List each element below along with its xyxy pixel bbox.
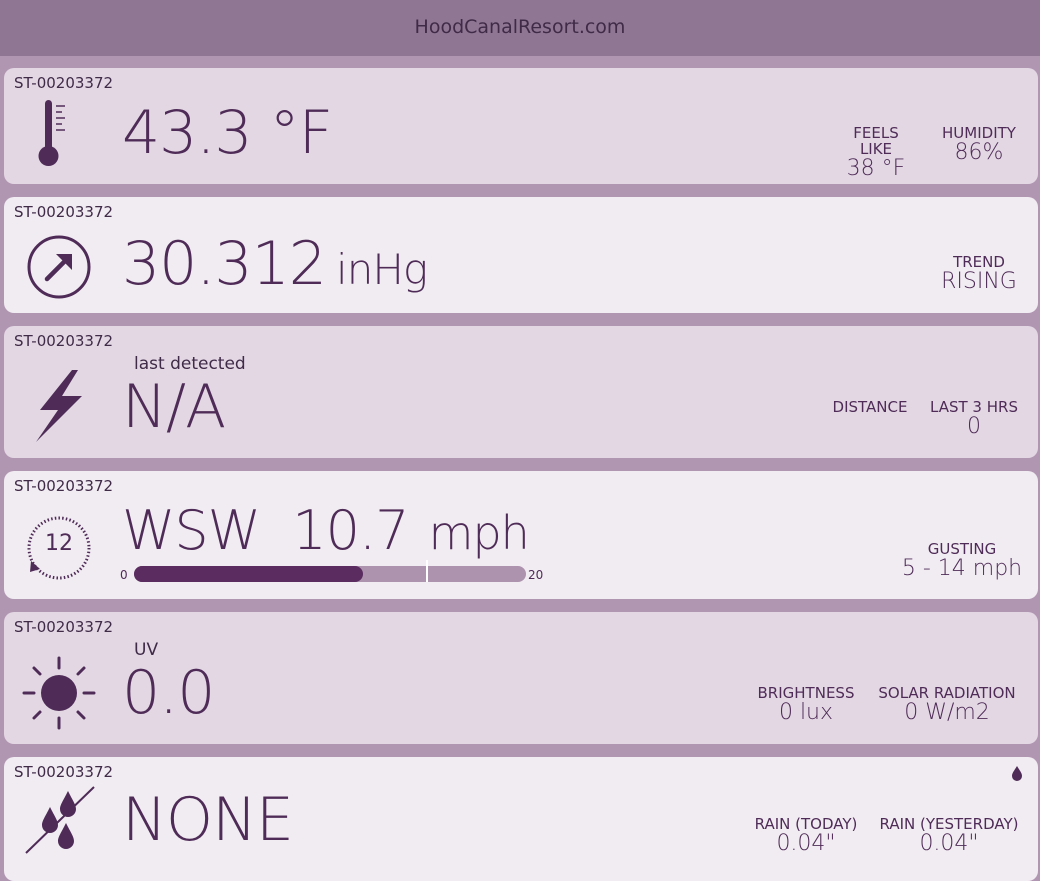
station-id: ST-00203372 (14, 74, 114, 92)
station-id: ST-00203372 (14, 618, 114, 636)
rain-today-label: RAIN (TODAY) (754, 815, 858, 833)
brightness-value: 0 lux (778, 700, 834, 725)
trend-value: RISING (941, 269, 1017, 294)
rain-today-stat: RAIN (TODAY) 0.04" (746, 816, 866, 856)
humidity-label: HUMIDITY (942, 124, 1016, 142)
pressure-unit: inHg (336, 245, 428, 294)
lightning-bolt-icon (34, 370, 86, 442)
last-detected-label: last detected (134, 354, 246, 374)
brightness-label: BRIGHTNESS (757, 684, 855, 702)
wind-speed-bar (134, 560, 526, 582)
wind-speed-fill (134, 566, 363, 582)
station-id: ST-00203372 (14, 203, 114, 221)
trend-up-arrow-icon (26, 234, 92, 300)
rain-card[interactable]: ST-00203372 NONE RAIN (TODAY) 0.04" RAIN… (4, 757, 1038, 881)
pressure-number: 30.312 (122, 229, 327, 299)
uv-label: UV (134, 640, 159, 660)
station-id: ST-00203372 (14, 763, 114, 781)
last-3-hrs-stat: LAST 3 HRS 0 (926, 399, 1022, 439)
app-header: HoodCanalResort.com (0, 0, 1040, 56)
station-id: ST-00203372 (14, 332, 114, 350)
wind-card[interactable]: ST-00203372 12 WSW 10.7 mph 0 20 GUSTING… (4, 471, 1038, 599)
lightning-card[interactable]: ST-00203372 last detected N/A DISTANCE L… (4, 326, 1038, 458)
solar-radiation-value: 0 W/m2 (904, 700, 990, 725)
station-id: ST-00203372 (14, 477, 114, 495)
last-3-hrs-label: LAST 3 HRS (930, 398, 1018, 416)
gusting-label: GUSTING (927, 540, 997, 558)
no-rain-drops-icon (22, 785, 98, 857)
rain-value: NONE (122, 785, 294, 855)
thermometer-icon (34, 98, 74, 168)
trend-label: TREND (953, 253, 1005, 271)
wind-compass-value: 12 (45, 531, 73, 556)
sun-icon (22, 656, 96, 730)
wind-scale-max: 20 (528, 568, 544, 582)
droplet-icon (1010, 765, 1024, 781)
wind-reading: WSW 10.7 mph (122, 499, 530, 562)
gusting-value: 5 - 14 mph (901, 556, 1023, 581)
distance-stat: DISTANCE (824, 399, 916, 415)
uv-value: 0.0 (122, 658, 215, 728)
wind-unit: mph (428, 506, 530, 560)
solar-radiation-stat: SOLAR RADIATION 0 W/m2 (870, 685, 1024, 725)
pressure-value: 30.312 inHg (122, 229, 428, 299)
temperature-card[interactable]: ST-00203372 43.3 °F FEELS LIKE 38 °F HUM… (4, 68, 1038, 184)
rain-yesterday-label: RAIN (YESTERDAY) (879, 815, 1019, 833)
rain-yesterday-stat: RAIN (YESTERDAY) 0.04" (874, 816, 1024, 856)
feels-like-label: FEELS LIKE (853, 124, 899, 158)
last-3-hrs-value: 0 (967, 414, 981, 439)
wind-scale-min: 0 (120, 568, 128, 582)
distance-label: DISTANCE (832, 398, 908, 416)
gusting-stat: GUSTING 5 - 14 mph (900, 541, 1024, 581)
trend-stat: TREND RISING (934, 254, 1024, 294)
wind-direction: WSW (122, 499, 261, 562)
feels-like-stat: FEELS LIKE 38 °F (836, 125, 916, 181)
lightning-value: N/A (122, 372, 226, 442)
temperature-value: 43.3 °F (122, 98, 333, 168)
humidity-stat: HUMIDITY 86% (934, 125, 1024, 165)
rain-yesterday-value: 0.04" (919, 831, 979, 856)
site-title[interactable]: HoodCanalResort.com (415, 16, 626, 38)
solar-radiation-label: SOLAR RADIATION (878, 684, 1016, 702)
brightness-stat: BRIGHTNESS 0 lux (754, 685, 858, 725)
pressure-card[interactable]: ST-00203372 30.312 inHg TREND RISING (4, 197, 1038, 313)
rain-today-value: 0.04" (776, 831, 836, 856)
humidity-value: 86% (954, 140, 1004, 165)
wind-gust-marker (426, 560, 428, 582)
wind-speed: 10.7 (292, 499, 409, 562)
uv-card[interactable]: ST-00203372 UV 0.0 BRIGHTNESS 0 lux SOLA… (4, 612, 1038, 744)
feels-like-value: 38 °F (846, 156, 906, 181)
